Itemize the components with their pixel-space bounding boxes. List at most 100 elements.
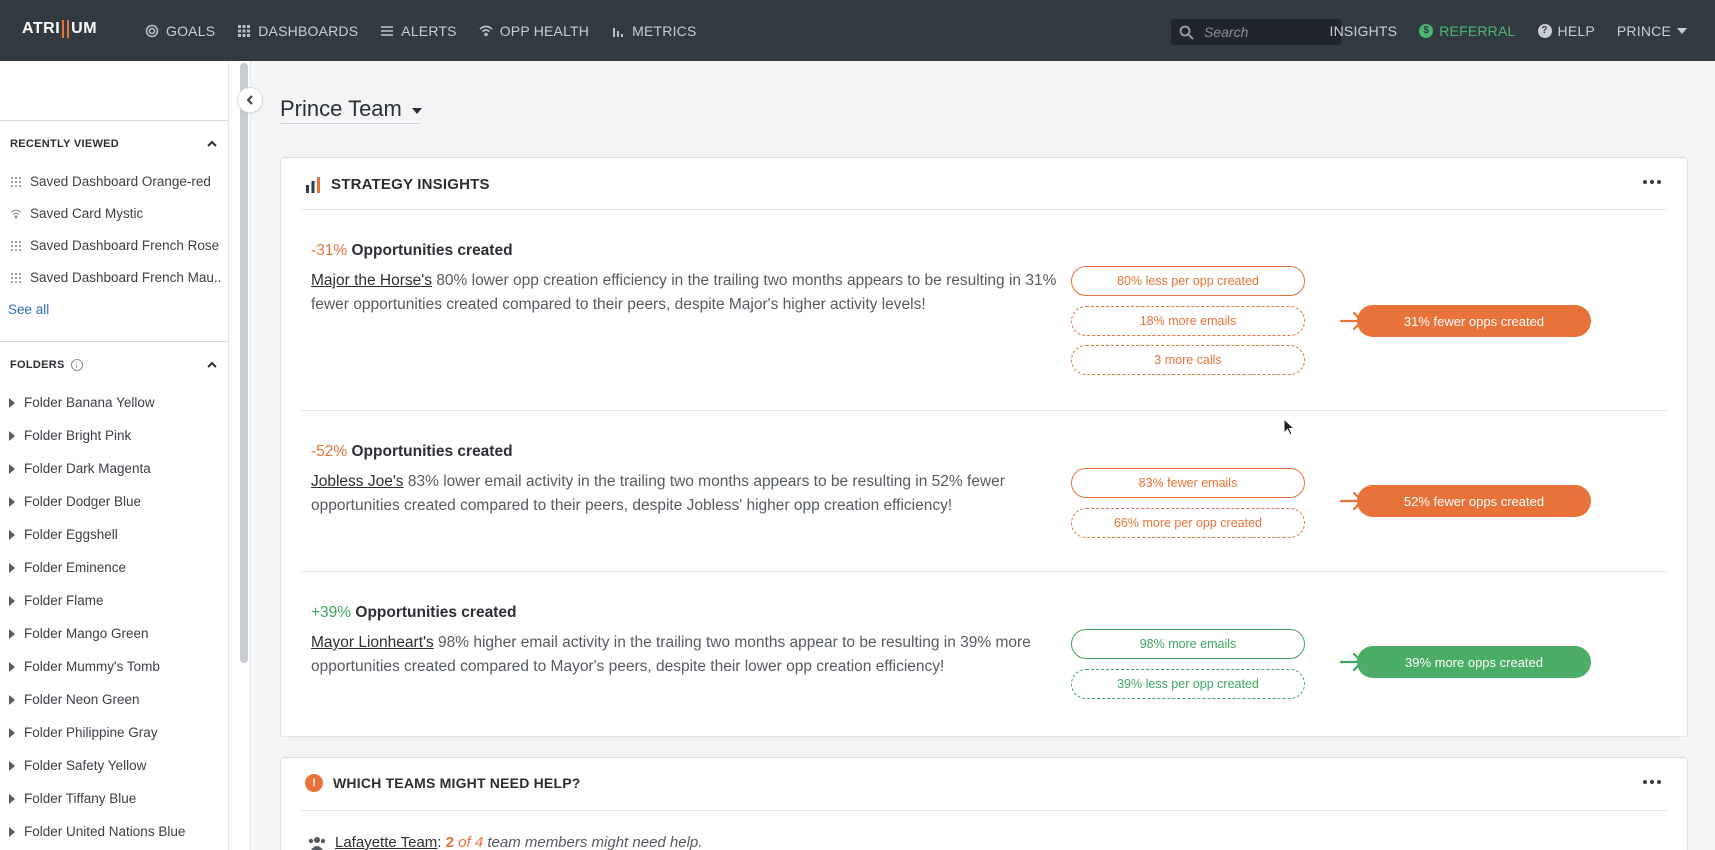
team-link[interactable]: Lafayette Team xyxy=(335,834,437,850)
folder-label: Folder Philippine Gray xyxy=(24,725,158,740)
logo-text-suffix: UM xyxy=(71,20,98,37)
help-icon: ? xyxy=(1537,23,1552,38)
caret-right-icon xyxy=(9,496,15,507)
sidebar-divider xyxy=(0,341,228,342)
nav-dashboards[interactable]: DASHBOARDS xyxy=(237,23,358,39)
team-help-row: Lafayette Team: 2 of 4 team members migh… xyxy=(307,834,702,850)
folder-item[interactable]: Folder Tiffany Blue xyxy=(9,791,136,806)
chevron-up-icon[interactable] xyxy=(206,358,218,370)
list-icon xyxy=(381,25,394,36)
result-pill: 52% fewer opps created xyxy=(1357,485,1591,517)
folder-item[interactable]: Folder Neon Green xyxy=(9,692,140,707)
insight-metric: Opportunities created xyxy=(351,242,513,259)
atrium-logo[interactable]: ATRI UM xyxy=(22,20,97,38)
insight-metric: Opportunities created xyxy=(351,443,513,460)
nav-opp-health[interactable]: OPP HEALTH xyxy=(479,23,589,39)
recent-item[interactable]: Saved Dashboard French Rose xyxy=(10,238,222,253)
see-all-link[interactable]: See all xyxy=(8,302,49,317)
recent-item[interactable]: Saved Dashboard Orange-red xyxy=(10,174,222,189)
insight-description: Major the Horse's 80% lower opp creation… xyxy=(311,269,1061,317)
folder-label: Folder United Nations Blue xyxy=(24,824,186,839)
nav-metrics[interactable]: METRICS xyxy=(611,23,696,39)
grid-icon xyxy=(11,240,21,251)
folder-label: Folder Dark Magenta xyxy=(24,461,151,476)
caret-right-icon xyxy=(9,826,15,837)
caret-right-icon xyxy=(9,727,15,738)
team-selector[interactable]: Prince Team xyxy=(280,96,422,122)
nav-referral[interactable]: $ REFERRAL xyxy=(1419,23,1515,39)
page-title: Prince Team xyxy=(280,96,402,121)
caret-right-icon xyxy=(9,397,15,408)
caret-down-icon xyxy=(411,108,422,114)
right-nav: INSIGHTS $ REFERRAL ? HELP PRINCE xyxy=(1330,0,1687,61)
grid-icon xyxy=(238,24,251,37)
chevron-up-icon[interactable] xyxy=(206,137,218,149)
goals-icon xyxy=(145,24,159,37)
nav-goals-label: GOALS xyxy=(166,22,216,39)
factor-pill: 66% more per opp created xyxy=(1071,508,1305,538)
team-row-of: of 4 xyxy=(453,834,484,850)
nav-alerts[interactable]: ALERTS xyxy=(380,23,457,39)
folder-label: Folder Neon Green xyxy=(24,692,140,707)
factor-pill: 98% more emails xyxy=(1071,629,1305,659)
nav-help[interactable]: ? HELP xyxy=(1537,22,1595,39)
factor-pill: 18% more emails xyxy=(1071,306,1305,336)
person-link[interactable]: Jobless Joe's xyxy=(311,473,404,490)
collapse-sidebar-button[interactable] xyxy=(237,87,263,113)
warning-icon: ! xyxy=(305,774,323,792)
caret-right-icon xyxy=(9,430,15,441)
folder-item[interactable]: Folder Mummy's Tomb xyxy=(9,659,160,674)
folder-item[interactable]: Folder Eminence xyxy=(9,560,126,575)
caret-right-icon xyxy=(9,694,15,705)
folder-item[interactable]: Folder Eggshell xyxy=(9,527,118,542)
caret-right-icon xyxy=(9,628,15,639)
folder-label: Folder Mummy's Tomb xyxy=(24,659,160,674)
nav-help-label: HELP xyxy=(1557,22,1595,39)
card-divider xyxy=(301,810,1667,811)
folder-item[interactable]: Folder Dodger Blue xyxy=(9,494,141,509)
folder-item[interactable]: Folder Dark Magenta xyxy=(9,461,151,476)
folder-label: Folder Dodger Blue xyxy=(24,494,142,509)
bar-chart-icon xyxy=(306,176,320,193)
folder-item[interactable]: Folder Safety Yellow xyxy=(9,758,146,773)
search-box[interactable] xyxy=(1171,19,1341,45)
folder-label: Folder Flame xyxy=(24,593,104,608)
folders-header: FOLDERS i xyxy=(10,359,83,371)
nav-goals[interactable]: GOALS xyxy=(145,23,215,39)
person-link[interactable]: Mayor Lionheart's xyxy=(311,634,434,651)
sidebar-divider xyxy=(0,120,228,121)
factor-pill: 39% less per opp created xyxy=(1071,669,1305,699)
factor-pill: 83% fewer emails xyxy=(1071,468,1305,498)
folder-item[interactable]: Folder Mango Green xyxy=(9,626,149,641)
caret-right-icon xyxy=(9,661,15,672)
card-divider xyxy=(301,571,1667,572)
folder-item[interactable]: Folder Flame xyxy=(9,593,104,608)
main-nav: GOALS DASHBOARDS ALERTS OPP HEALTH METRI… xyxy=(145,0,697,61)
folder-item[interactable]: Folder Banana Yellow xyxy=(9,395,155,410)
person-link[interactable]: Major the Horse's xyxy=(311,272,432,289)
logo-bars xyxy=(62,20,70,38)
recent-item-label: Saved Dashboard French Mau... xyxy=(30,270,222,285)
nav-insights[interactable]: INSIGHTS xyxy=(1330,23,1398,39)
recent-item[interactable]: Saved Dashboard French Mau... xyxy=(10,270,222,285)
team-row-sep: : xyxy=(437,834,446,850)
more-options-icon[interactable] xyxy=(1643,780,1661,784)
more-options-icon[interactable] xyxy=(1643,180,1661,184)
search-input[interactable] xyxy=(1204,24,1334,40)
folder-item[interactable]: Folder Philippine Gray xyxy=(9,725,158,740)
insight-metric: Opportunities created xyxy=(355,604,517,621)
dollar-icon: $ xyxy=(1419,23,1434,38)
caret-right-icon xyxy=(9,529,15,540)
insight-title: -31% Opportunities created xyxy=(311,242,513,260)
caret-right-icon xyxy=(9,760,15,771)
users-icon xyxy=(308,836,326,850)
sidebar-scrollbar[interactable] xyxy=(240,63,248,663)
info-icon[interactable]: i xyxy=(70,359,83,371)
user-menu[interactable]: PRINCE xyxy=(1617,23,1687,39)
folder-item[interactable]: Folder Bright Pink xyxy=(9,428,131,443)
folder-item[interactable]: Folder United Nations Blue xyxy=(9,824,185,839)
insight-title: -52% Opportunities created xyxy=(311,443,513,461)
nav-metrics-label: METRICS xyxy=(632,22,697,39)
card-divider xyxy=(301,209,1667,210)
recent-item[interactable]: Saved Card Mystic xyxy=(10,206,222,221)
